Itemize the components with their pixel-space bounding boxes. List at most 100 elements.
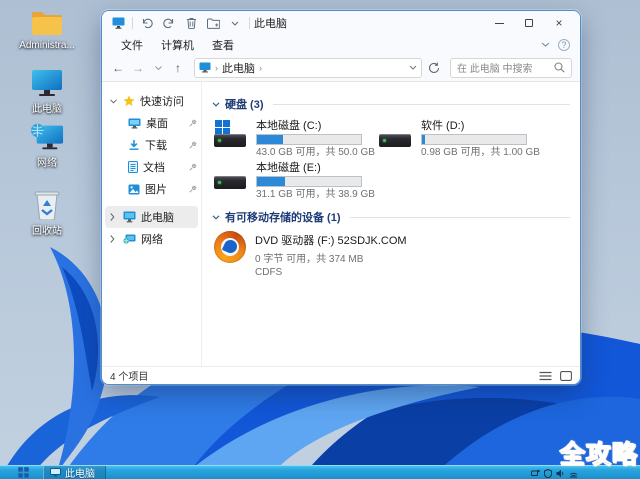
- new-folder-icon[interactable]: [205, 15, 221, 31]
- taskbar-pc-icon: [50, 468, 61, 477]
- drive-tile-e[interactable]: 本地磁盘 (E:) 31.1 GB 可用，共 38.9 GB: [214, 160, 377, 200]
- watermark-text: 全攻略: [559, 441, 638, 470]
- drive-capacity-text: 31.1 GB 可用，共 38.9 GB: [256, 189, 375, 200]
- desktop-icon-label: 网络: [37, 158, 57, 169]
- address-bar[interactable]: › 此电脑 ›: [194, 57, 422, 78]
- window-title: 此电脑: [254, 18, 287, 30]
- navigation-pane: 快速访问 桌面 下载 文档 图片 此电脑 网络: [102, 82, 202, 366]
- toolbar-separator: [249, 17, 250, 29]
- pictures-icon: [128, 184, 140, 195]
- section-header-drives[interactable]: 硬盘 (3): [212, 96, 570, 112]
- back-button[interactable]: ←: [110, 61, 126, 75]
- drive-name: 本地磁盘 (C:): [256, 120, 322, 132]
- search-icon[interactable]: [554, 62, 565, 73]
- desktop-icon-network[interactable]: 网络: [14, 122, 80, 169]
- tray-remove-hardware-icon[interactable]: [531, 469, 540, 478]
- windows-logo-icon: [215, 120, 230, 135]
- explorer-window: 此电脑 × 文件 计算机 查看 ? ← → ↑ › 此电脑 › 在 此电脑 中搜…: [101, 10, 581, 385]
- start-button[interactable]: [18, 467, 29, 478]
- hard-drive-icon: [214, 162, 248, 192]
- address-dropdown-chevron-icon[interactable]: [409, 65, 417, 70]
- help-icon[interactable]: ?: [558, 38, 570, 51]
- minimize-button[interactable]: [484, 13, 514, 33]
- capacity-meter: [421, 134, 527, 145]
- breadcrumb-this-pc[interactable]: 此电脑: [222, 60, 255, 76]
- chevron-right-icon[interactable]: [110, 235, 118, 243]
- sidebar-item-this-pc[interactable]: 此电脑: [105, 206, 198, 228]
- sidebar-item-label: 文档: [143, 162, 165, 174]
- sidebar-item-pictures[interactable]: 图片: [102, 178, 201, 200]
- pin-icon[interactable]: [189, 185, 197, 193]
- sidebar-item-desktop[interactable]: 桌面: [102, 112, 201, 134]
- download-icon: [128, 139, 140, 151]
- section-rule: [349, 216, 570, 218]
- toolbar-dropdown-chevron-icon[interactable]: [227, 15, 243, 31]
- desktop-icon-this-pc[interactable]: 此电脑: [14, 68, 80, 115]
- pin-icon[interactable]: [189, 163, 197, 171]
- desktop-icon-recycle-bin[interactable]: 回收站: [14, 190, 80, 237]
- network-icon: [123, 234, 136, 245]
- taskbar-button-this-pc[interactable]: 此电脑: [43, 466, 106, 479]
- delete-icon[interactable]: [183, 15, 199, 31]
- chevron-down-icon[interactable]: [212, 101, 220, 107]
- drive-tile-d[interactable]: 软件 (D:) 0.98 GB 可用，共 1.00 GB: [379, 118, 542, 158]
- capacity-meter: [256, 134, 362, 145]
- menu-computer[interactable]: 计算机: [152, 35, 203, 55]
- document-icon: [128, 161, 138, 173]
- sidebar-item-documents[interactable]: 文档: [102, 156, 201, 178]
- window-app-icon: [110, 15, 126, 31]
- section-header-removable[interactable]: 有可移动存储的设备 (1): [212, 209, 570, 225]
- tray-security-icon[interactable]: [544, 469, 552, 478]
- hard-drive-icon: [214, 120, 248, 150]
- sidebar-item-downloads[interactable]: 下载: [102, 134, 201, 156]
- history-chevron-icon[interactable]: [150, 65, 166, 70]
- ribbon-collapse-chevron-icon[interactable]: [541, 42, 550, 47]
- drive-tile-c[interactable]: 本地磁盘 (C:) 43.0 GB 可用，共 50.0 GB: [214, 118, 377, 158]
- sidebar-item-label: 图片: [145, 184, 167, 196]
- menu-view[interactable]: 查看: [203, 35, 243, 55]
- menu-file[interactable]: 文件: [112, 35, 152, 55]
- section-title: 硬盘 (3): [225, 99, 264, 111]
- sidebar-item-quick-access[interactable]: 快速访问: [102, 90, 201, 112]
- desktop-icon-label: 此电脑: [32, 104, 62, 115]
- search-input[interactable]: 在 此电脑 中搜索: [450, 57, 572, 78]
- forward-button[interactable]: →: [130, 61, 146, 75]
- taskbar-button-label: 此电脑: [65, 469, 95, 479]
- search-placeholder: 在 此电脑 中搜索: [457, 64, 533, 75]
- star-icon: [123, 95, 135, 107]
- chevron-down-icon[interactable]: [212, 214, 220, 220]
- dvd-drive-tile[interactable]: DVD 驱动器 (F:) 52SDJK.COM 0 字节 可用，共 374 MB…: [214, 231, 570, 278]
- details-view-icon[interactable]: [539, 371, 552, 381]
- this-pc-icon: [123, 211, 136, 223]
- capacity-meter: [256, 176, 362, 187]
- drive-capacity-text: 0.98 GB 可用，共 1.00 GB: [421, 147, 540, 158]
- chevron-down-icon[interactable]: [110, 98, 118, 104]
- refresh-icon[interactable]: [428, 62, 440, 74]
- chevron-right-icon[interactable]: [110, 213, 118, 221]
- drive-name: 本地磁盘 (E:): [256, 162, 321, 174]
- dvd-drive-name: DVD 驱动器 (F:) 52SDJK.COM: [255, 235, 407, 247]
- maximize-button[interactable]: [514, 13, 544, 33]
- breadcrumb-chevron-icon[interactable]: ›: [259, 63, 262, 73]
- desktop-icon-admin-folder[interactable]: Administra...: [14, 8, 80, 51]
- large-icons-view-icon[interactable]: [560, 370, 572, 381]
- navigation-bar: ← → ↑ › 此电脑 › 在 此电脑 中搜索: [102, 54, 580, 81]
- close-button[interactable]: ×: [544, 13, 574, 33]
- dvd-disc-logo-icon: [214, 231, 246, 263]
- pin-icon[interactable]: [189, 119, 197, 127]
- sidebar-item-label: 桌面: [146, 118, 168, 130]
- up-button[interactable]: ↑: [170, 61, 186, 75]
- section-rule: [272, 103, 570, 105]
- redo-icon[interactable]: [161, 15, 177, 31]
- status-bar: 4 个项目: [102, 366, 580, 384]
- network-monitor-icon: [30, 122, 64, 152]
- folder-icon: [30, 8, 64, 38]
- undo-icon[interactable]: [139, 15, 155, 31]
- sidebar-item-network[interactable]: 网络: [102, 228, 201, 250]
- drive-name: 软件 (D:): [421, 120, 465, 132]
- title-bar[interactable]: 此电脑 ×: [102, 11, 580, 35]
- dvd-filesystem-text: CDFS: [255, 267, 283, 278]
- pin-icon[interactable]: [189, 141, 197, 149]
- section-title: 有可移动存储的设备 (1): [225, 212, 341, 224]
- desktop-icon-label: Administra...: [19, 40, 75, 51]
